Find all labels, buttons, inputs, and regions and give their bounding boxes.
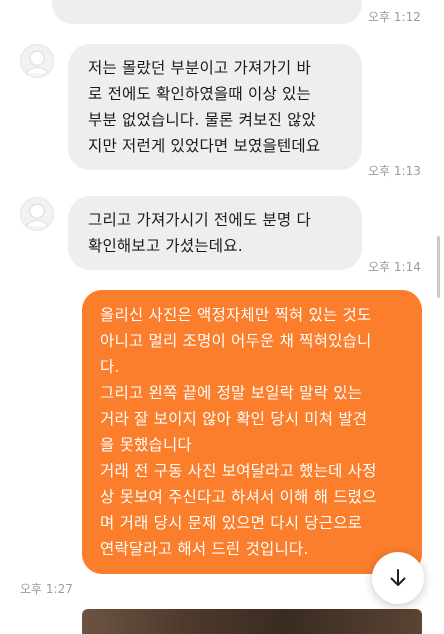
photo-message-partial[interactable] <box>82 609 422 634</box>
message-line: 확인해보고 가셨는데요. <box>88 237 243 255</box>
message-timestamp: 오후 1:27 <box>20 582 73 596</box>
arrow-down-icon <box>390 569 406 586</box>
avatar-face-icon <box>21 198 53 230</box>
message-line: 지만 저런게 있었다면 보였을텐데요 <box>88 137 321 155</box>
default-profile-icon[interactable] <box>20 44 54 78</box>
message-timestamp: 오후 1:13 <box>368 164 421 178</box>
message-line: 아니고 멀리 조명이 어두운 채 찍혀있습니 <box>100 332 372 350</box>
message-line: 저는 몰랐던 부분이고 가져가기 바 <box>88 59 311 77</box>
message-line: 올리신 사진은 액정자체만 찍혀 있는 것도 <box>100 306 372 324</box>
message-line: 부분 없었습니다. 물론 켜보진 않았 <box>88 111 317 129</box>
avatar-face-icon <box>21 45 53 77</box>
message-bubble-outgoing[interactable]: 올리신 사진은 액정자체만 찍혀 있는 것도 아니고 멀리 조명이 어두운 채 … <box>82 290 422 574</box>
message-bubble-incoming[interactable]: 저는 몰랐던 부분이고 가져가기 바 로 전에도 확인하였을때 이상 있는 부분… <box>68 44 362 170</box>
message-line: 로 전에도 확인하였을때 이상 있는 <box>88 85 311 103</box>
message-bubble-incoming-partial <box>52 0 362 24</box>
message-line: 그리고 왼쪽 끝에 정말 보일락 말락 있는 <box>100 384 363 402</box>
message-line: 다. <box>100 358 120 376</box>
message-line: 그리고 가져가시기 전에도 분명 다 <box>88 211 311 229</box>
chat-messages[interactable]: 오후 1:12 저는 몰랐던 부분이고 가져가기 바 로 전에도 확인하였을때 … <box>0 0 444 634</box>
message-timestamp: 오후 1:12 <box>368 10 421 24</box>
message-line: 상 못보여 주신다고 하셔서 이해 해 드렸으 <box>100 488 377 506</box>
default-profile-icon[interactable] <box>20 197 54 231</box>
message-line: 연락달라고 해서 드린 것입니다. <box>100 540 309 558</box>
scrollbar-thumb[interactable] <box>437 236 440 298</box>
message-line: 거라 잘 보이지 않아 확인 당시 미쳐 발견 <box>100 410 368 428</box>
message-timestamp: 오후 1:14 <box>368 260 421 274</box>
message-line: 거래 전 구동 사진 보여달라고 했는데 사정 <box>100 462 377 480</box>
message-bubble-incoming[interactable]: 그리고 가져가시기 전에도 분명 다 확인해보고 가셨는데요. <box>68 196 362 270</box>
message-line: 며 거래 당시 문제 있으면 다시 당근으로 <box>100 514 363 532</box>
message-line: 을 못했습니다 <box>100 436 192 454</box>
scroll-to-bottom-button[interactable] <box>372 552 424 604</box>
